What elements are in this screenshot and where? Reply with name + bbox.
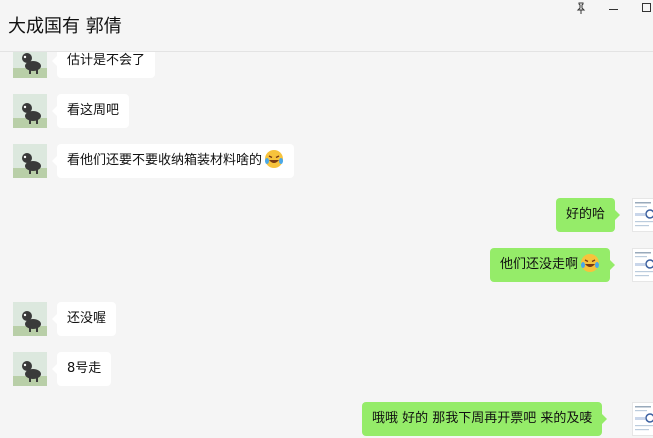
- laugh-cry-emoji-icon: [581, 254, 600, 272]
- message-text: 哦哦 好的 那我下周再开票吧 来的及唛: [372, 411, 593, 426]
- minimize-icon[interactable]: [602, 0, 624, 16]
- contact-avatar[interactable]: [13, 94, 47, 128]
- contact-avatar[interactable]: [13, 302, 47, 336]
- pin-icon[interactable]: [570, 0, 592, 16]
- message-bubble-incoming[interactable]: 看这周吧: [51, 94, 130, 128]
- self-avatar[interactable]: [632, 198, 653, 232]
- message-bubble-incoming[interactable]: 还没喔: [51, 302, 117, 336]
- contact-avatar[interactable]: [13, 352, 47, 386]
- message-text: 他们还没走啊: [500, 257, 579, 272]
- chat-title: 大成国有 郭倩: [8, 16, 122, 37]
- maximize-icon[interactable]: [635, 0, 653, 16]
- message-text: 还没喔: [67, 311, 107, 326]
- message-text: 估计是不会了: [67, 53, 146, 68]
- self-avatar[interactable]: [632, 402, 653, 436]
- message-text: 看这周吧: [67, 103, 120, 118]
- message-text: 好的哈: [566, 207, 606, 222]
- message-bubble-incoming[interactable]: 看他们还要不要收纳箱装材料啥的: [51, 144, 295, 178]
- laugh-cry-emoji-icon: [265, 150, 284, 168]
- title-bar: 大成国有 郭倩: [0, 0, 653, 52]
- contact-avatar[interactable]: [13, 144, 47, 178]
- message-bubble-outgoing[interactable]: 哦哦 好的 那我下周再开票吧 来的及唛: [362, 402, 608, 436]
- message-text: 看他们还要不要收纳箱装材料啥的: [67, 153, 263, 168]
- chat-area: 估计是不会了 看这周吧 看他们还要不要收纳箱装材料啥的 好的哈 他们还没走啊 还…: [0, 0, 653, 438]
- message-bubble-outgoing[interactable]: 他们还没走啊: [490, 248, 616, 282]
- message-bubble-outgoing[interactable]: 好的哈: [556, 198, 621, 232]
- message-text: 8号走: [67, 361, 102, 376]
- self-avatar[interactable]: [632, 248, 653, 282]
- message-bubble-incoming[interactable]: 8号走: [51, 352, 112, 386]
